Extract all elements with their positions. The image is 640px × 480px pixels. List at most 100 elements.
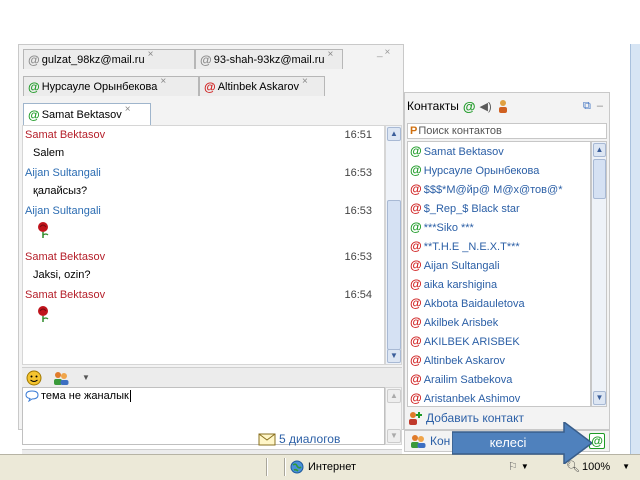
sound-icon[interactable]: ◀) <box>480 100 492 113</box>
input-toolbar: ▼ <box>22 367 402 387</box>
contact-name: ***Siko *** <box>423 222 474 234</box>
list-item[interactable]: @ Altinbek Askarov <box>408 351 590 370</box>
contact-name: $$$*М@йр@ М@х@тов@* <box>423 184 563 196</box>
search-icon: P <box>410 125 418 137</box>
tab-label: gulzat_98kz@mail.ru <box>41 53 145 66</box>
message-sender: Aijan Sultangali <box>25 167 101 179</box>
contact-list[interactable]: @ Samat Bektasov @ Нурсауле Орынбекова @ $$… <box>407 141 591 407</box>
list-item[interactable]: @ Aijan Sultangali <box>408 256 590 275</box>
status-divider <box>266 458 268 476</box>
message-time: 16:54 <box>344 289 372 301</box>
next-label[interactable]: келесі <box>452 422 564 464</box>
message-text: қалайсыз? <box>33 185 88 197</box>
away-status-icon: @ <box>410 239 422 253</box>
tab-93-shah[interactable]: @ 93-shah-93kz@mail.ru × <box>195 49 343 69</box>
scroll-down-icon[interactable]: ▼ <box>387 349 401 363</box>
add-user-icon <box>409 412 422 425</box>
rose-emoticon-icon <box>38 222 49 238</box>
contacts-search-input[interactable]: P Поиск контактов <box>407 123 607 139</box>
list-item[interactable]: @ Нурсауле Орынбекова <box>408 161 590 180</box>
list-item[interactable]: @ Samat Bektasov <box>408 142 590 161</box>
online-status-icon: @ <box>410 163 422 177</box>
messages-scrollbar[interactable]: ▲ ▼ <box>385 125 402 365</box>
contacts-title: Контакты <box>407 99 459 113</box>
contacts-scrollbar[interactable]: ▲ ▼ <box>591 141 607 407</box>
message-history[interactable]: Samat Bektasov 16:51 Salem Aijan Sultang… <box>22 125 385 365</box>
speech-bubble-icon <box>25 390 39 402</box>
envelope-icon <box>258 433 276 446</box>
away-status-icon: @ <box>410 334 422 348</box>
window-controls[interactable]: _× <box>377 47 392 58</box>
background-window-edge <box>630 44 640 454</box>
tab-nursaule[interactable]: @ Нурсауле Орынбекова × <box>23 76 199 96</box>
dialogs-label: 5 диалогов <box>279 432 341 446</box>
globe-icon <box>290 460 304 474</box>
close-icon[interactable]: × <box>160 76 166 87</box>
away-status-icon: @ <box>410 201 422 215</box>
user-figure-icon[interactable] <box>496 99 510 113</box>
message-sender: Samat Bektasov <box>25 129 106 141</box>
rose-emoticon-icon <box>38 306 49 322</box>
tab-samat-active[interactable]: @ Samat Bektasov × <box>23 103 151 125</box>
scroll-up-icon[interactable]: ▲ <box>387 389 401 403</box>
online-status-icon: @ <box>28 79 40 94</box>
my-status-icon[interactable]: @ <box>463 99 476 114</box>
contact-name: Aijan Sultangali <box>423 260 500 272</box>
scroll-up-icon[interactable]: ▲ <box>593 143 606 157</box>
dialogs-counter[interactable]: 5 диалогов <box>258 432 340 446</box>
online-status-icon: @ <box>410 220 422 234</box>
list-item[interactable]: @ ***Siko *** <box>408 218 590 237</box>
input-scrollbar[interactable]: ▲ ▼ <box>385 387 402 445</box>
scroll-down-icon[interactable]: ▼ <box>387 429 401 443</box>
contacts-panel: Контакты @ ◀) ⧉ – P Поиск контактов @ Sam… <box>404 92 610 430</box>
contacts-people-icon[interactable] <box>52 370 70 386</box>
scroll-up-icon[interactable]: ▲ <box>387 127 401 141</box>
offline-status-icon: @ <box>200 52 212 67</box>
detach-icon[interactable]: ⧉ <box>583 100 591 113</box>
contact-name: aika karshigina <box>423 279 498 291</box>
scrollbar-thumb[interactable] <box>387 200 401 350</box>
tab-label: Altinbek Askarov <box>217 80 300 93</box>
list-item[interactable]: @ Akilbek Arisbek <box>408 313 590 332</box>
scroll-down-icon[interactable]: ▼ <box>593 391 606 405</box>
toolbar-dropdown-icon[interactable]: ▼ <box>82 373 90 382</box>
contact-name: AKILBEK ARISBEK <box>423 336 520 348</box>
message-time: 16:51 <box>344 129 372 141</box>
tab-label: Samat Bektasov <box>41 108 122 121</box>
message-sender: Samat Bektasov <box>25 289 106 301</box>
offline-status-icon: @ <box>28 52 40 67</box>
away-status-icon: @ <box>410 391 422 405</box>
scrollbar-thumb[interactable] <box>593 159 606 199</box>
close-icon[interactable]: × <box>302 76 308 87</box>
close-icon[interactable]: × <box>328 49 334 60</box>
message-text: Salem <box>33 147 65 159</box>
tab-label: Нурсауле Орынбекова <box>41 80 158 93</box>
list-item[interactable]: @ $_Rep_$ Black star <box>408 199 590 218</box>
list-item[interactable]: @ AKILBEK ARISBEK <box>408 332 590 351</box>
list-item[interactable]: @ **T.H.E _N.E.X.T*** <box>408 237 590 256</box>
close-icon[interactable]: × <box>148 49 154 60</box>
away-status-icon: @ <box>204 79 216 94</box>
message-time: 16:53 <box>344 251 372 263</box>
list-item[interactable]: @ aika karshigina <box>408 275 590 294</box>
close-icon[interactable]: × <box>125 104 131 115</box>
list-item[interactable]: @ Aristanbek Ashimov <box>408 389 590 406</box>
contact-name: $_Rep_$ Black star <box>423 203 520 215</box>
security-zone: Интернет <box>290 460 356 474</box>
online-status-icon: @ <box>28 107 40 122</box>
away-status-icon: @ <box>410 353 422 367</box>
minimize-icon[interactable]: – <box>597 100 603 112</box>
contact-name: Akbota Baidauletova <box>423 298 525 310</box>
list-item[interactable]: @ $$$*М@йр@ М@х@тов@* <box>408 180 590 199</box>
list-item[interactable]: @ Arailim Satbekova <box>408 370 590 389</box>
list-item[interactable]: @ Akbota Baidauletova <box>408 294 590 313</box>
contact-name: Arailim Satbekova <box>423 374 513 386</box>
tab-altinbek[interactable]: @ Altinbek Askarov × <box>199 76 325 96</box>
tab-gulzat[interactable]: @ gulzat_98kz@mail.ru × <box>23 49 195 69</box>
contact-name: Altinbek Askarov <box>423 355 506 367</box>
chevron-down-icon: ▼ <box>622 462 631 471</box>
smiley-icon[interactable] <box>26 370 42 386</box>
zone-label: Интернет <box>308 461 356 473</box>
contacts-header: Контакты @ ◀) ⧉ – <box>407 95 607 117</box>
away-status-icon: @ <box>410 315 422 329</box>
